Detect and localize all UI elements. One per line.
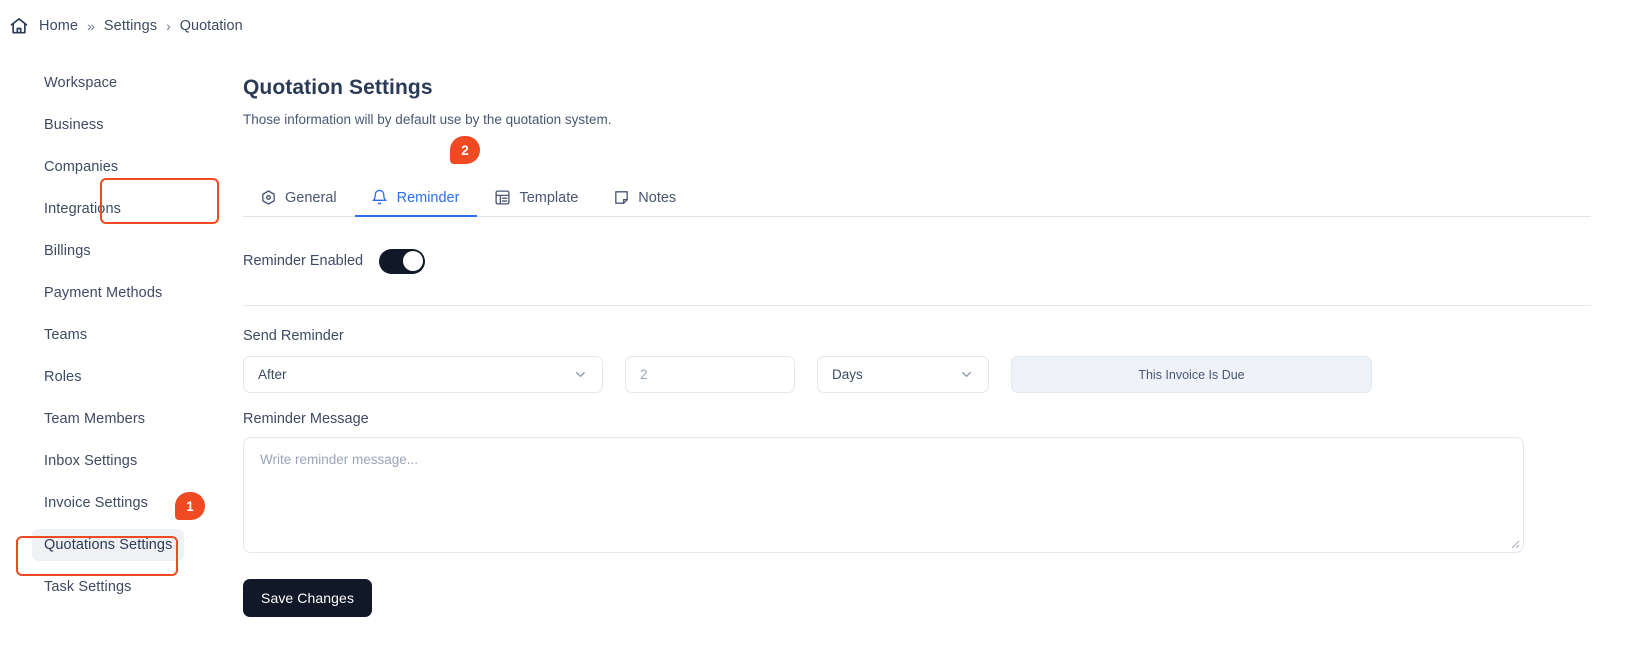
textarea-resize-handle[interactable] <box>1508 537 1520 549</box>
reminder-message-placeholder: Write reminder message... <box>260 452 419 467</box>
reminder-message-textarea[interactable]: Write reminder message... <box>243 437 1524 553</box>
reminder-unit-value: Days <box>832 367 863 382</box>
sidebar-item-label: Task Settings <box>44 579 132 595</box>
breadcrumb-item-home[interactable]: Home <box>39 18 78 34</box>
reminder-enabled-label: Reminder Enabled <box>243 253 364 269</box>
send-reminder-section: Send Reminder After 2 Days This Invoice … <box>243 328 1591 617</box>
note-folded-corner-icon <box>612 189 630 207</box>
bell-icon <box>371 189 389 207</box>
breadcrumb-item-quotation: Quotation <box>179 18 243 34</box>
reminder-unit-select[interactable]: Days <box>817 356 989 393</box>
sidebar-item-inbox-settings[interactable]: Inbox Settings <box>0 440 232 482</box>
sidebar-item-label: Inbox Settings <box>44 453 138 469</box>
invoice-due-readonly-field: This Invoice Is Due <box>1011 356 1372 393</box>
sidebar-item-business[interactable]: Business <box>0 104 232 146</box>
home-icon[interactable] <box>8 15 30 37</box>
sidebar-item-label: Roles <box>44 369 82 385</box>
tab-general[interactable]: General <box>243 179 355 216</box>
layout-panels-icon <box>493 189 511 207</box>
send-reminder-controls: After 2 Days This Invoice Is Due <box>243 356 1591 393</box>
sidebar-item-team-members[interactable]: Team Members <box>0 398 232 440</box>
page-title: Quotation Settings <box>243 76 433 99</box>
reminder-amount-value: 2 <box>640 367 648 382</box>
tab-notes[interactable]: Notes <box>596 179 694 216</box>
sidebar-item-task-settings[interactable]: Task Settings <box>0 566 232 608</box>
toggle-knob <box>402 251 423 271</box>
sidebar-item-integrations[interactable]: Integrations <box>0 188 232 230</box>
sidebar-item-label: Integrations <box>44 201 121 217</box>
main-content: Quotation Settings Those information wil… <box>243 62 1591 617</box>
sidebar-item-companies[interactable]: Companies <box>0 146 232 188</box>
annotation-badge-1: 1 <box>175 492 205 520</box>
sidebar-item-label: Companies <box>44 159 119 175</box>
sidebar-item-label: Invoice Settings <box>44 495 148 511</box>
sidebar-item-label: Workspace <box>44 75 118 91</box>
chevron-down-icon <box>959 367 974 382</box>
breadcrumb-item-settings[interactable]: Settings <box>104 18 157 34</box>
sidebar-item-label: Quotations Settings <box>32 529 185 561</box>
chevron-down-icon <box>573 367 588 382</box>
tab-general-label: General <box>285 189 337 206</box>
sidebar: Workspace Business Companies Integrations Bi… <box>0 62 232 608</box>
sidebar-item-payment-methods[interactable]: Payment Methods <box>0 272 232 314</box>
tab-reminder-label: Reminder <box>396 189 460 206</box>
tab-template-label: Template <box>519 189 579 206</box>
breadcrumb-separator-2: › <box>166 18 171 34</box>
sidebar-item-teams[interactable]: Teams <box>0 314 232 356</box>
section-divider <box>243 305 1591 306</box>
tab-bar: General Reminder Template Notes <box>243 179 1591 217</box>
sidebar-item-label: Business <box>44 117 104 133</box>
sidebar-item-label: Team Members <box>44 411 146 427</box>
invoice-due-text: This Invoice Is Due <box>1138 367 1245 382</box>
sidebar-item-roles[interactable]: Roles <box>0 356 232 398</box>
sidebar-item-label: Teams <box>44 327 88 343</box>
sidebar-item-billings[interactable]: Billings <box>0 230 232 272</box>
reminder-timing-select[interactable]: After <box>243 356 603 393</box>
tab-reminder[interactable]: Reminder <box>354 179 478 217</box>
page-subtitle: Those information will by default use by… <box>243 112 612 127</box>
reminder-enabled-row: Reminder Enabled <box>243 239 1591 283</box>
save-changes-button[interactable]: Save Changes <box>243 579 373 617</box>
reminder-message-label: Reminder Message <box>243 411 369 427</box>
breadcrumb-separator-1: » <box>87 18 95 34</box>
sidebar-item-quotations-settings[interactable]: Quotations Settings <box>0 524 232 566</box>
reminder-enabled-toggle[interactable] <box>379 248 426 274</box>
app-page: Home » Settings › Quotation Workspace Bus… <box>0 0 1635 668</box>
reminder-timing-value: After <box>258 367 287 382</box>
breadcrumb: Home » Settings › Quotation <box>8 12 243 40</box>
reminder-amount-input[interactable]: 2 <box>625 356 795 393</box>
sidebar-item-workspace[interactable]: Workspace <box>0 62 232 104</box>
send-reminder-label: Send Reminder <box>243 328 344 344</box>
tab-notes-label: Notes <box>638 189 677 206</box>
sidebar-item-label: Billings <box>44 243 91 259</box>
sidebar-item-label: Payment Methods <box>44 285 163 301</box>
tab-template[interactable]: Template <box>477 179 596 216</box>
hexagon-settings-icon <box>259 189 277 207</box>
